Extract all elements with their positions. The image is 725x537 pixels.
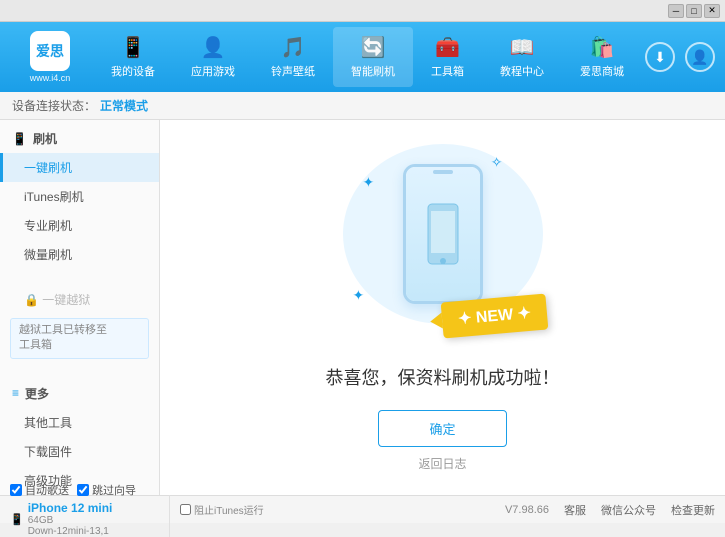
more-section-icon: ≡ [12, 386, 19, 400]
nav-tutorial-label: 教程中心 [500, 63, 544, 79]
sidebar-item-other-tools[interactable]: 其他工具 [0, 408, 159, 437]
maximize-button[interactable]: □ [686, 4, 702, 18]
skip-wizard-checkbox[interactable]: 跳过向导 [77, 482, 136, 498]
window-controls[interactable]: ─ □ ✕ [668, 4, 720, 18]
nav-smart-flash[interactable]: 🔄 智能刷机 [333, 27, 413, 87]
itunes-checkbox[interactable] [180, 504, 191, 515]
nav-ringtones-label: 铃声壁纸 [271, 63, 315, 79]
mall-icon: 🛍️ [590, 35, 615, 60]
phone-notch [433, 170, 453, 174]
sidebar-header-flash-label: 刷机 [33, 130, 57, 147]
phone-icon: 📱 [121, 35, 146, 60]
nav-smart-flash-label: 智能刷机 [351, 63, 395, 79]
nav-toolbox[interactable]: 🧰 工具箱 [413, 27, 482, 87]
sidebar-header-flash: 📱 刷机 [0, 124, 159, 153]
logo-text: www.i4.cn [30, 73, 71, 83]
auto-send-checkbox[interactable]: 自动歌送 [10, 482, 69, 498]
sidebar-header-jailbreak: 🔒 一键越狱 [0, 285, 159, 314]
nav-mall-label: 爱思商城 [580, 63, 624, 79]
nav-tutorial[interactable]: 📖 教程中心 [482, 27, 562, 87]
nav-my-device[interactable]: 📱 我的设备 [93, 27, 173, 87]
close-button[interactable]: ✕ [704, 4, 720, 18]
nav-my-device-label: 我的设备 [111, 63, 155, 79]
sidebar-item-itunes-flash[interactable]: iTunes刷机 [0, 182, 159, 211]
sparkle-icon-3: ✦ [353, 287, 365, 304]
sidebar-section-more: ≡ 更多 其他工具 下载固件 高级功能 [0, 375, 159, 495]
customer-service-link[interactable]: 客服 [564, 502, 586, 518]
nav-apps-games[interactable]: 👤 应用游戏 [173, 27, 253, 87]
content-area: ✦ ✧ ✦ ✦ NEW ✦ 恭喜您，保资料刷机成功啦！ [160, 120, 725, 495]
user-button[interactable]: 👤 [685, 42, 715, 72]
sparkle-icon-1: ✦ [363, 174, 375, 191]
auto-send-label: 自动歌送 [25, 482, 69, 498]
device-model: Down-12mini-13,1 [28, 526, 113, 537]
sidebar-item-micro-flash[interactable]: 微量刷机 [0, 240, 159, 269]
confirm-button[interactable]: 确定 [378, 410, 506, 447]
bottom-left-section: 自动歌送 跳过向导 📱 iPhone 12 mini 64GB Down-12m… [10, 482, 170, 537]
header-right: ⬇ 👤 [645, 42, 715, 72]
phone-screen-icon [423, 199, 463, 269]
version-text: V7.98.66 [505, 504, 549, 516]
phone-body [403, 164, 483, 304]
phone-illustration: ✦ ✧ ✦ ✦ NEW ✦ [333, 144, 553, 344]
itunes-label: 阻止iTunes运行 [194, 502, 264, 517]
main-area: 📱 刷机 一键刷机 iTunes刷机 专业刷机 微量刷机 🔒 一键越狱 越狱工具… [0, 120, 725, 495]
sparkle-icon-2: ✧ [491, 154, 503, 171]
check-update-link[interactable]: 检查更新 [671, 502, 715, 518]
device-name: iPhone 12 mini [28, 501, 113, 515]
title-bar: ─ □ ✕ [0, 0, 725, 22]
nav-mall[interactable]: 🛍️ 爱思商城 [562, 27, 642, 87]
sidebar-item-download-firmware[interactable]: 下载固件 [0, 437, 159, 466]
status-label: 设备连接状态： [12, 97, 96, 114]
status-bar: 设备连接状态： 正常模式 [0, 92, 725, 120]
device-storage: 64GB [28, 515, 113, 526]
sidebar-item-pro-flash[interactable]: 专业刷机 [0, 211, 159, 240]
header: 爱思 www.i4.cn 📱 我的设备 👤 应用游戏 🎵 铃声壁纸 🔄 智能刷机… [0, 22, 725, 92]
sidebar: 📱 刷机 一键刷机 iTunes刷机 专业刷机 微量刷机 🔒 一键越狱 越狱工具… [0, 120, 160, 495]
minimize-button[interactable]: ─ [668, 4, 684, 18]
sidebar-item-onekey-flash[interactable]: 一键刷机 [0, 153, 159, 182]
status-value: 正常模式 [100, 97, 148, 114]
sidebar-jailbreak-note: 越狱工具已转移至工具箱 [10, 318, 149, 359]
ringtone-icon: 🎵 [281, 35, 306, 60]
skip-wizard-input[interactable] [77, 484, 89, 496]
toolbox-icon: 🧰 [435, 35, 460, 60]
sidebar-header-more: ≡ 更多 [0, 379, 159, 408]
nav-toolbox-label: 工具箱 [431, 63, 464, 79]
logo[interactable]: 爱思 www.i4.cn [10, 31, 90, 83]
apps-icon: 👤 [201, 35, 226, 60]
skip-wizard-label: 跳过向导 [92, 482, 136, 498]
sidebar-section-flash: 📱 刷机 一键刷机 iTunes刷机 专业刷机 微量刷机 [0, 120, 159, 273]
bottom-bar: 自动歌送 跳过向导 📱 iPhone 12 mini 64GB Down-12m… [0, 495, 725, 523]
back-home-link[interactable]: 返回日志 [418, 455, 466, 472]
sidebar-header-more-label: 更多 [25, 385, 49, 402]
success-title: 恭喜您，保资料刷机成功啦！ [326, 364, 560, 390]
flash-section-icon: 📱 [12, 132, 27, 146]
tutorial-icon: 📖 [510, 35, 535, 60]
nav-apps-games-label: 应用游戏 [191, 63, 235, 79]
bottom-status: V7.98.66 客服 微信公众号 检查更新 [505, 502, 715, 518]
itunes-control[interactable]: 阻止iTunes运行 [170, 502, 274, 517]
nav-bar: 📱 我的设备 👤 应用游戏 🎵 铃声壁纸 🔄 智能刷机 🧰 工具箱 📖 教程中心… [90, 27, 645, 87]
sidebar-section-jailbreak: 🔒 一键越狱 越狱工具已转移至工具箱 [0, 281, 159, 367]
logo-icon: 爱思 [30, 31, 70, 71]
nav-ringtones[interactable]: 🎵 铃声壁纸 [253, 27, 333, 87]
download-button[interactable]: ⬇ [645, 42, 675, 72]
phone-screen [406, 167, 480, 301]
auto-send-input[interactable] [10, 484, 22, 496]
wechat-public-link[interactable]: 微信公众号 [601, 502, 656, 518]
flash-icon: 🔄 [361, 35, 386, 60]
